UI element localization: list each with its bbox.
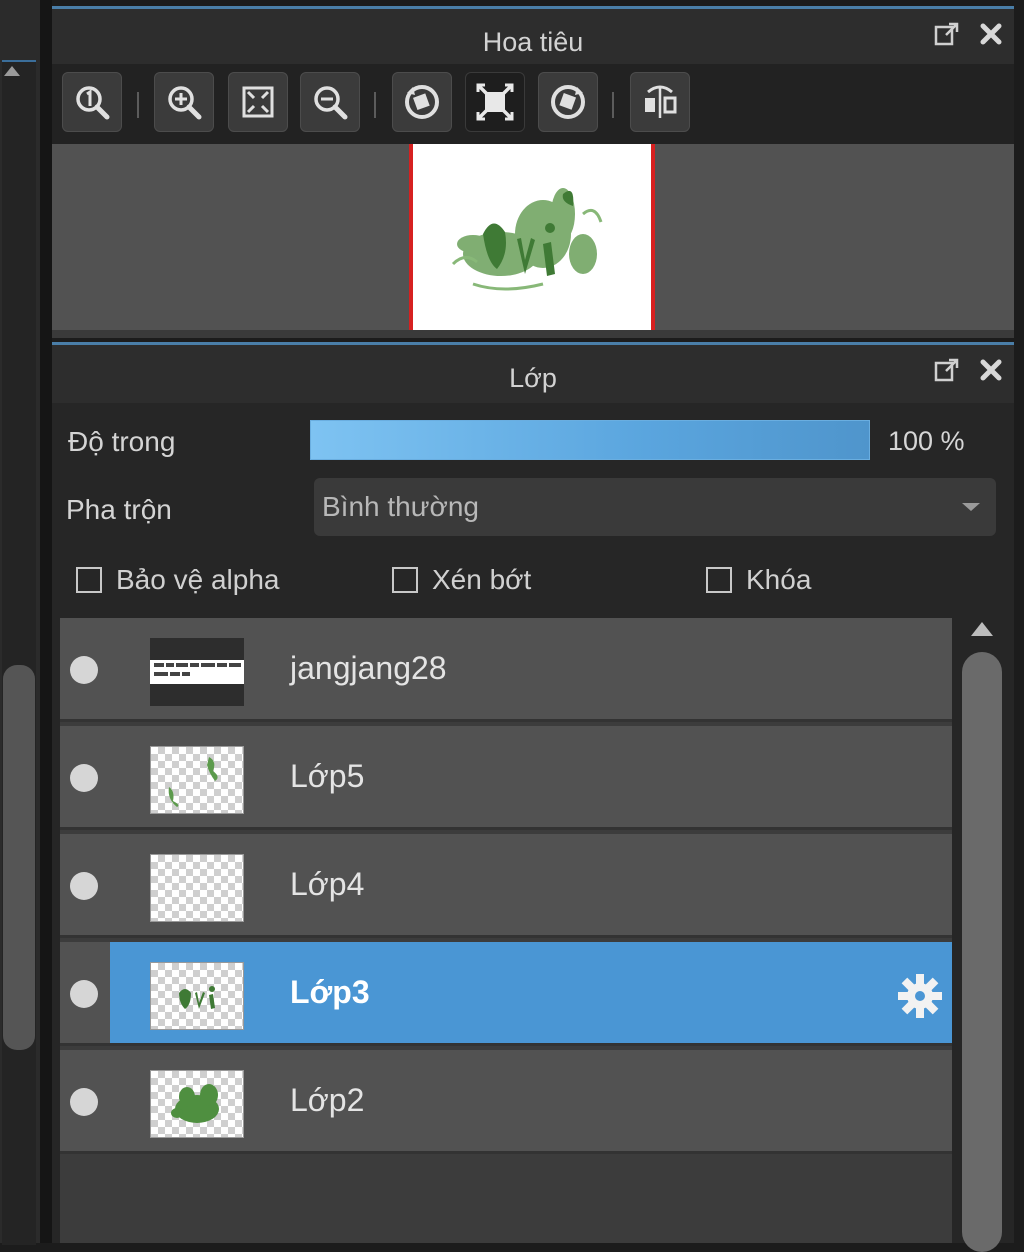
clipping-label: Xén bớt — [432, 564, 532, 595]
toolbar-separator — [374, 92, 376, 118]
layer-row[interactable]: Lớp5 — [60, 726, 952, 830]
layer-row[interactable]: Lớp2 — [60, 1050, 952, 1154]
protect-alpha-label: Bảo vệ alpha — [116, 564, 280, 595]
gear-icon[interactable] — [896, 972, 944, 1020]
layer-row[interactable]: jangjang28 — [60, 618, 952, 722]
fit-window-icon — [242, 86, 274, 118]
layer-list-scrollbar[interactable] — [958, 618, 1006, 1252]
navigator-toolbar — [52, 64, 1014, 144]
fit-canvas-button[interactable] — [465, 72, 525, 132]
lock-checkbox[interactable]: Khóa — [706, 564, 811, 596]
zoom-in-icon — [168, 86, 202, 120]
layer-thumbnail — [150, 854, 244, 922]
opacity-slider[interactable] — [310, 420, 870, 460]
navigator-preview[interactable] — [52, 144, 1014, 330]
flip-horizontal-icon — [645, 85, 677, 118]
checkbox-box[interactable] — [706, 567, 732, 593]
zoom-out-button[interactable] — [300, 72, 360, 132]
left-scroll-strip — [0, 0, 40, 1245]
clipping-checkbox[interactable]: Xén bớt — [392, 564, 531, 596]
close-icon[interactable] — [978, 21, 1004, 47]
layers-title: Lớp — [509, 363, 557, 393]
layer-thumbnail — [150, 1070, 244, 1138]
chevron-down-icon — [962, 503, 980, 511]
navigator-panel: Hoa tiêu — [52, 6, 1014, 338]
zoom-in-button[interactable] — [154, 72, 214, 132]
layer-name: Lớp2 — [290, 1082, 365, 1118]
rotate-right-button[interactable] — [538, 72, 598, 132]
layer-name: jangjang28 — [290, 650, 447, 686]
left-scrollbar-track[interactable] — [2, 60, 36, 1245]
zoom-actual-button[interactable] — [62, 72, 122, 132]
visibility-toggle-icon[interactable] — [70, 1088, 98, 1116]
blend-mode-label: Pha trộn — [66, 494, 172, 525]
left-scrollbar-thumb[interactable] — [3, 665, 35, 1050]
close-icon[interactable] — [978, 357, 1004, 383]
layer-thumbnail — [150, 746, 244, 814]
panel-divider — [40, 0, 52, 1243]
layer-row[interactable]: Lớp4 — [60, 834, 952, 938]
layer-list: jangjang28 Lớp5 Lớp4 Lớp3 Lớp2 — [60, 618, 952, 1243]
toolbar-separator — [612, 92, 614, 118]
rotate-left-icon — [405, 85, 439, 119]
layer-name: Lớp3 — [290, 974, 370, 1010]
layers-panel: Lớp Độ trong 100 % Pha trộn Bình thường … — [52, 342, 1014, 1252]
opacity-label: Độ trong — [68, 426, 176, 457]
fit-canvas-icon — [476, 83, 514, 121]
zoom-out-icon — [314, 86, 348, 120]
checkbox-box[interactable] — [76, 567, 102, 593]
fit-window-button[interactable] — [228, 72, 288, 132]
visibility-toggle-icon[interactable] — [70, 656, 98, 684]
visibility-toggle-icon[interactable] — [70, 872, 98, 900]
layer-row-selected[interactable]: Lớp3 — [60, 942, 952, 1046]
artwork-preview-image — [451, 188, 603, 291]
toolbar-separator — [137, 92, 139, 118]
layers-header: Lớp — [52, 342, 1014, 403]
visibility-toggle-icon[interactable] — [70, 980, 98, 1008]
opacity-value: 100 % — [888, 426, 965, 456]
flip-horizontal-button[interactable] — [630, 72, 690, 132]
layer-name: Lớp4 — [290, 866, 365, 902]
scrollbar-thumb[interactable] — [962, 652, 1002, 1252]
navigator-title: Hoa tiêu — [482, 27, 584, 57]
undock-icon[interactable] — [934, 21, 960, 47]
blend-mode-select[interactable]: Bình thường — [314, 478, 996, 536]
rotate-left-button[interactable] — [392, 72, 452, 132]
protect-alpha-checkbox[interactable]: Bảo vệ alpha — [76, 564, 279, 596]
navigator-header: Hoa tiêu — [52, 6, 1014, 67]
rotate-right-icon — [551, 85, 585, 119]
layer-thumbnail — [150, 638, 244, 706]
navigator-bottom-edge — [52, 330, 1014, 338]
canvas-preview-thumbnail[interactable] — [409, 144, 655, 330]
zoom-actual-icon — [76, 86, 110, 120]
blend-mode-value: Bình thường — [322, 491, 479, 522]
left-scroll-up-arrow-icon[interactable] — [4, 66, 20, 76]
checkbox-box[interactable] — [392, 567, 418, 593]
scroll-up-arrow-icon[interactable] — [971, 622, 993, 636]
visibility-toggle-icon[interactable] — [70, 764, 98, 792]
lock-label: Khóa — [746, 564, 812, 595]
undock-icon[interactable] — [934, 357, 960, 383]
layer-thumbnail — [150, 962, 244, 1030]
layer-name: Lớp5 — [290, 758, 365, 794]
